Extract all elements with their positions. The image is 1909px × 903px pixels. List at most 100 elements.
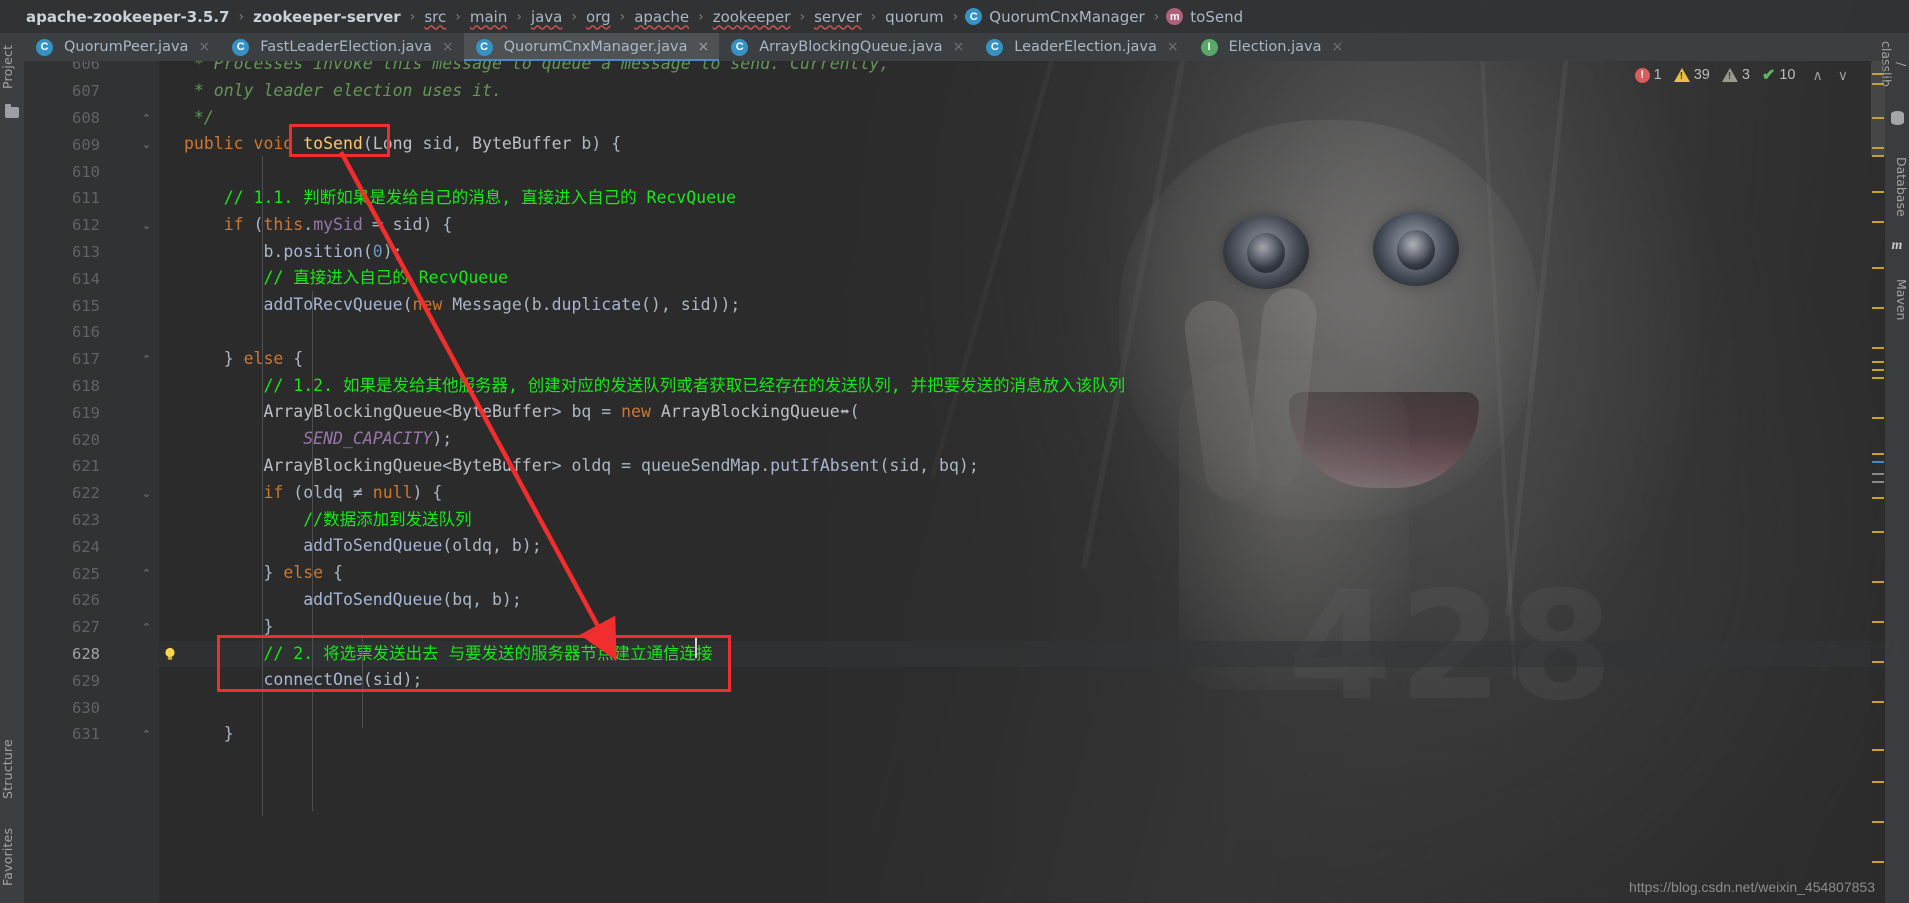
breadcrumb-item-zookeeper-server[interactable]: zookeeper-server (251, 8, 403, 26)
warning-count-group[interactable]: 39 (1673, 67, 1710, 83)
code-text[interactable]: ArrayBlockingQueue<ByteBuffer> oldq = qu… (184, 453, 978, 480)
code-line[interactable]: 628 // 2. 将选票发送出去 与要发送的服务器节点建立通信连接 (24, 640, 1909, 668)
error-stripe-mark[interactable] (1872, 461, 1884, 463)
breadcrumb-item-zookeeper[interactable]: zookeeper (711, 8, 793, 26)
error-stripe-mark[interactable] (1872, 621, 1884, 623)
error-stripe-mark[interactable] (1872, 581, 1884, 583)
error-stripe-mark[interactable] (1872, 417, 1884, 419)
breadcrumb-item-quorumcnxmanager[interactable]: C QuorumCnxManager (965, 8, 1146, 26)
code-line[interactable]: 626 addToSendQueue(bq, b); (24, 587, 1909, 614)
code-line[interactable]: 610 (24, 158, 1909, 185)
code-fold-end-icon[interactable]: ⌃ (140, 353, 153, 366)
error-stripe-mark[interactable] (1872, 361, 1884, 363)
code-text[interactable]: addToSendQueue(bq, b); (184, 587, 522, 614)
code-text[interactable]: // 1.1. 判断如果是发给自己的消息, 直接进入自己的 RecvQueue (184, 185, 736, 212)
breadcrumb-item-main[interactable]: main (468, 8, 509, 26)
code-text[interactable]: if (oldq ≠ null) { (184, 480, 442, 507)
code-text[interactable]: // 2. 将选票发送出去 与要发送的服务器节点建立通信连接 (184, 641, 712, 668)
close-icon[interactable]: × (1331, 39, 1343, 55)
code-text[interactable]: //数据添加到发送队列 (184, 507, 471, 534)
chevron-up-icon[interactable]: ∧ (1808, 67, 1828, 84)
code-fold-end-icon[interactable]: ⌃ (140, 728, 153, 741)
code-line[interactable]: 618 // 1.2. 如果是发给其他服务器, 创建对应的发送队列或者获取已经存… (24, 373, 1909, 400)
code-line[interactable]: 609 ⌄ public void toSend(Long sid, ByteBuf… (24, 131, 1909, 158)
code-text[interactable]: SEND_CAPACITY); (184, 426, 452, 453)
code-line[interactable]: 627 ⌃ } (24, 614, 1909, 641)
editor-tab-fastleaderelection[interactable]: C FastLeaderElection.java × (220, 33, 463, 61)
code-line[interactable]: 631 ⌃ } (24, 721, 1909, 748)
editor-scrollbar-thumb[interactable] (1871, 61, 1885, 157)
code-text[interactable]: } else { (184, 346, 304, 373)
sidebar-item-structure[interactable]: Structure (0, 731, 24, 807)
code-text[interactable]: * Processes invoke this message to queue… (184, 61, 889, 78)
code-line[interactable]: 615 addToRecvQueue(new Message(b.duplica… (24, 292, 1909, 319)
error-stripe-mark[interactable] (1872, 473, 1884, 475)
editor-tab-quorumpeer[interactable]: C QuorumPeer.java × (24, 33, 220, 61)
error-stripe-mark[interactable] (1872, 749, 1884, 751)
editor-tab-leaderelection[interactable]: C LeaderElection.java × (974, 33, 1188, 61)
code-line[interactable]: 607 * only leader election uses it. (24, 78, 1909, 105)
error-stripe-mark[interactable] (1872, 221, 1884, 223)
error-stripe-mark[interactable] (1872, 821, 1884, 823)
sidebar-item-favorites[interactable]: Favorites (0, 815, 24, 899)
code-fold-start-icon[interactable]: ⌄ (140, 219, 153, 232)
code-text[interactable]: b.position(0); (184, 239, 402, 266)
error-stripe-mark[interactable] (1872, 267, 1884, 269)
breadcrumb-item-src[interactable]: src (422, 8, 448, 26)
code-fold-end-icon[interactable]: ⌃ (140, 621, 153, 634)
error-stripe-markers[interactable] (1871, 61, 1885, 903)
code-fold-end-icon[interactable]: ⌃ (140, 567, 153, 580)
code-line[interactable]: 625 ⌃ } else { (24, 560, 1909, 587)
inspection-widget[interactable]: ! 1 39 3 ✔ 10 ∧ ∨ (1634, 62, 1853, 88)
breadcrumb-item-apache-zookeeper-3-5-7[interactable]: apache-zookeeper-3.5.7 (24, 8, 231, 26)
error-stripe-mark[interactable] (1872, 531, 1884, 533)
close-icon[interactable]: × (1167, 39, 1179, 55)
code-text[interactable]: // 直接进入自己的 RecvQueue (184, 265, 508, 292)
editor-tab-arrayblockingqueue[interactable]: C ArrayBlockingQueue.java × (719, 33, 974, 61)
code-text[interactable]: } (184, 721, 234, 748)
error-stripe-mark[interactable] (1872, 497, 1884, 499)
code-line[interactable]: 619 ArrayBlockingQueue<ByteBuffer> bq = … (24, 399, 1909, 426)
sidebar-item-project[interactable]: Project (0, 35, 24, 99)
code-line[interactable]: 606 * Processes invoke this message to q… (24, 61, 1909, 78)
error-count-group[interactable]: ! 1 (1634, 67, 1662, 83)
passed-count-group[interactable]: ✔ 10 (1762, 67, 1796, 83)
code-line[interactable]: 613 b.position(0); (24, 239, 1909, 266)
sidebar-item-database[interactable]: Database (1885, 145, 1909, 229)
code-line[interactable]: 623 //数据添加到发送队列 (24, 507, 1909, 534)
error-stripe-mark[interactable] (1872, 781, 1884, 783)
breadcrumb-item-apache[interactable]: apache (632, 8, 691, 26)
error-stripe-mark[interactable] (1872, 453, 1884, 455)
error-stripe-mark[interactable] (1872, 307, 1884, 309)
code-fold-start-icon[interactable]: ⌄ (140, 487, 153, 500)
code-fold-start-icon[interactable]: ⌄ (140, 138, 153, 151)
breadcrumb-item-java[interactable]: java (529, 8, 564, 26)
breadcrumb-item-server[interactable]: server (812, 8, 863, 26)
error-stripe-mark[interactable] (1872, 481, 1884, 483)
error-stripe-mark[interactable] (1872, 347, 1884, 349)
weak-warning-count-group[interactable]: 3 (1721, 67, 1750, 83)
error-stripe-mark[interactable] (1872, 191, 1884, 193)
code-line[interactable]: 622 ⌄ if (oldq ≠ null) { (24, 480, 1909, 507)
sidebar-item-maven[interactable]: Maven (1885, 269, 1909, 331)
chevron-down-icon[interactable]: ∨ (1833, 67, 1853, 84)
editor-tab-quorumcnxmanager[interactable]: C QuorumCnxManager.java × (463, 33, 720, 61)
close-icon[interactable]: × (698, 39, 710, 55)
intention-bulb-icon[interactable] (162, 646, 178, 662)
editor-tab-election[interactable]: I Election.java × (1189, 33, 1354, 61)
error-stripe-mark[interactable] (1872, 661, 1884, 663)
code-line[interactable]: 624 addToSendQueue(oldq, b); (24, 533, 1909, 560)
code-line[interactable]: 608 ⌃ */ (24, 105, 1909, 132)
code-text[interactable]: // 1.2. 如果是发给其他服务器, 创建对应的发送队列或者获取已经存在的发送… (184, 373, 1125, 400)
code-line[interactable]: 611 // 1.1. 判断如果是发给自己的消息, 直接进入自己的 RecvQu… (24, 185, 1909, 212)
code-text[interactable]: connectOne(sid); (184, 667, 422, 694)
code-text[interactable]: addToRecvQueue(new Message(b.duplicate()… (184, 292, 740, 319)
code-line[interactable]: 620 SEND_CAPACITY); (24, 426, 1909, 453)
close-icon[interactable]: × (953, 39, 965, 55)
close-icon[interactable]: × (198, 39, 210, 55)
sidebar-item-classlib[interactable]: / classlib (1879, 33, 1909, 95)
code-line[interactable]: 612 ⌄ if (this.mySid ═ sid) { (24, 212, 1909, 239)
breadcrumb-item-tosend[interactable]: m toSend (1166, 8, 1245, 26)
code-text[interactable]: if (this.mySid ═ sid) { (184, 212, 453, 239)
code-text[interactable]: */ (184, 105, 214, 132)
